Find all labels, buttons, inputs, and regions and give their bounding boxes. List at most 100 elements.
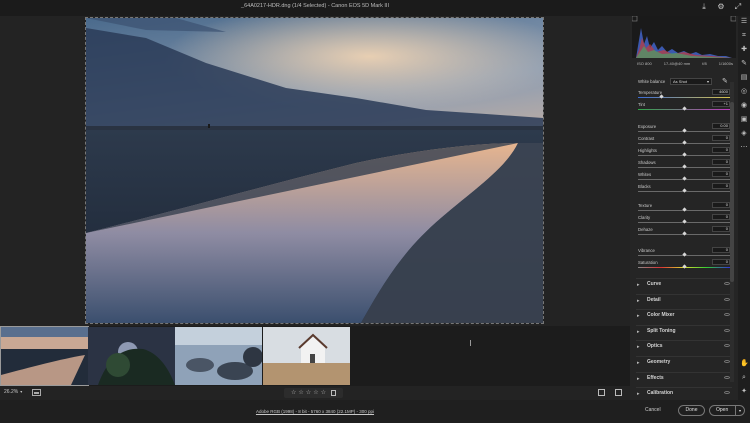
- slider-value-field[interactable]: +1: [712, 101, 730, 107]
- star-icon[interactable]: ☆: [321, 390, 326, 396]
- graduated-filter-icon[interactable]: ▤: [740, 74, 748, 82]
- star-rating[interactable]: ☆ ☆ ☆ ☆ ☆: [284, 388, 343, 398]
- slider-value-field[interactable]: 0: [712, 135, 730, 141]
- filmstrip-thumbnail[interactable]: [263, 327, 350, 385]
- slider-row: Whites 0: [638, 171, 730, 182]
- slider-value-field[interactable]: 0: [712, 147, 730, 153]
- expand-icon[interactable]: ⤢: [734, 3, 742, 11]
- section-title: Color Mixer: [647, 312, 675, 319]
- star-icon[interactable]: ☆: [306, 390, 311, 396]
- filmstrip-thumbnail[interactable]: [88, 327, 175, 385]
- slider-row: Exposure 0.00: [638, 123, 730, 134]
- panel-section-calibration[interactable]: ▸ Calibration: [636, 387, 732, 397]
- section-title: Curve: [647, 281, 662, 287]
- zoom-icon[interactable]: ⌕: [740, 374, 748, 382]
- brush-icon[interactable]: ✎: [740, 60, 748, 68]
- view-mode-icon[interactable]: [598, 389, 605, 396]
- star-icon[interactable]: ☆: [291, 390, 296, 396]
- cancel-button[interactable]: Cancel: [645, 407, 661, 413]
- visibility-eye-icon[interactable]: [724, 391, 730, 395]
- image-preview-area[interactable]: [0, 16, 630, 326]
- panel-section-effects[interactable]: ▸ Effects: [636, 371, 732, 382]
- tool-rail: ☰ ⌗ ✚ ✎ ▤ ◎ ◉ ▣ ◈ ⋯ ✋ ⌕ ✦: [738, 16, 750, 400]
- sampler-icon[interactable]: ✦: [740, 388, 748, 396]
- chevron-right-icon[interactable]: ▸: [637, 344, 640, 350]
- edit-panel: ISO 800 17-40@40 mm f/8 1/1600s White ba…: [630, 15, 738, 400]
- slider-value-field[interactable]: 0: [712, 202, 730, 208]
- panel-section-optics[interactable]: ▸ Optics: [636, 340, 732, 350]
- slider-label: Exposure: [638, 124, 657, 129]
- hand-icon[interactable]: ✋: [740, 360, 749, 368]
- chevron-right-icon[interactable]: ▸: [637, 391, 640, 397]
- chevron-right-icon[interactable]: ▸: [637, 282, 640, 288]
- filmstrip-toggle-icon[interactable]: [32, 389, 41, 396]
- slider-value-field[interactable]: 0.00: [712, 123, 730, 129]
- star-icon[interactable]: ☆: [298, 390, 303, 396]
- slider-value-field[interactable]: 0: [712, 159, 730, 165]
- radial-filter-icon[interactable]: ◎: [740, 88, 748, 96]
- slider-track[interactable]: [638, 97, 730, 98]
- redeye-icon[interactable]: ◉: [740, 102, 748, 110]
- trash-icon[interactable]: [330, 390, 336, 396]
- chevron-right-icon[interactable]: ▸: [637, 376, 640, 382]
- slider-label: Shadows: [638, 160, 656, 165]
- slider-value-field[interactable]: 0: [712, 171, 730, 177]
- slider-value-field[interactable]: 0: [712, 214, 730, 220]
- slider-value-field[interactable]: 0: [712, 259, 730, 265]
- slider-label: Blacks: [638, 184, 651, 189]
- panel-section-curve[interactable]: ▸ Curve: [636, 278, 732, 288]
- white-balance-dropdown[interactable]: As Shot ▾: [670, 78, 712, 85]
- section-title: Effects: [647, 374, 664, 381]
- star-icon[interactable]: ☆: [313, 390, 318, 396]
- slider-row: Texture 0: [638, 202, 730, 213]
- crop-icon[interactable]: ⌗: [740, 32, 748, 40]
- before-after-icon[interactable]: [615, 389, 622, 396]
- open-dropdown-caret[interactable]: ▾: [735, 406, 744, 415]
- panel-section-geometry[interactable]: ▸ Geometry: [636, 356, 732, 366]
- filmstrip-thumbnail[interactable]: [175, 327, 262, 385]
- healing-icon[interactable]: ✚: [740, 46, 748, 54]
- open-button[interactable]: Open ▾: [709, 405, 745, 416]
- camera-raw-window: _64A0217-HDR.dng (1/4 Selected) - Canon …: [0, 0, 750, 423]
- slider-label: Dehaze: [638, 227, 653, 232]
- aperture-value: f/8: [702, 61, 707, 66]
- panel-scrollbar[interactable]: [730, 82, 734, 382]
- slider-value-field[interactable]: 0: [712, 226, 730, 232]
- gear-icon[interactable]: ⚙: [717, 3, 725, 11]
- edit-icon[interactable]: ☰: [740, 18, 748, 26]
- slider-label: Whites: [638, 172, 652, 177]
- more-icon[interactable]: ⋯: [740, 144, 748, 152]
- workflow-options-link[interactable]: Adobe RGB (1998) - 8 bit - 5760 x 3840 (…: [0, 409, 630, 414]
- snapshots-icon[interactable]: ▣: [740, 116, 748, 124]
- chevron-right-icon[interactable]: ▸: [637, 313, 640, 319]
- export-icon[interactable]: ⤓: [700, 3, 708, 11]
- slider-value-field[interactable]: 4600: [712, 89, 730, 95]
- chevron-right-icon[interactable]: ▸: [637, 329, 640, 335]
- eyedropper-icon[interactable]: ✎: [722, 78, 728, 85]
- preview-image: [85, 17, 544, 324]
- chevron-right-icon[interactable]: ▸: [637, 298, 640, 304]
- white-balance-value: As Shot: [673, 79, 688, 84]
- slider-label: Temperature: [638, 90, 663, 95]
- slider-value-field[interactable]: 0: [712, 247, 730, 253]
- panel-section-split-toning[interactable]: ▸ Split Toning: [636, 324, 732, 335]
- slider-row: Temperature 4600: [638, 89, 730, 100]
- zoom-level-dropdown[interactable]: 26.2% ▾: [4, 389, 22, 395]
- panel-section-detail[interactable]: ▸ Detail: [636, 293, 732, 304]
- panel-section-color-mixer[interactable]: ▸ Color Mixer: [636, 309, 732, 319]
- filmstrip-thumbnail[interactable]: [0, 326, 89, 386]
- chevron-right-icon[interactable]: ▸: [637, 360, 640, 366]
- scrollbar-thumb[interactable]: [730, 102, 734, 282]
- slider-label: Saturation: [638, 260, 658, 265]
- lens-value: 17-40@40 mm: [663, 61, 691, 66]
- section-title: Optics: [647, 343, 663, 350]
- presets-icon[interactable]: ◈: [740, 130, 748, 138]
- slider-row: Vibrance 0: [638, 247, 730, 258]
- slider-row: Saturation 0: [638, 259, 730, 270]
- slider-row: Contrast 0: [638, 135, 730, 146]
- done-button[interactable]: Done: [678, 405, 705, 416]
- slider-row: Shadows 0: [638, 159, 730, 170]
- section-title: Split Toning: [647, 327, 676, 334]
- slider-value-field[interactable]: 0: [712, 183, 730, 189]
- slider-row: Blacks 0: [638, 183, 730, 194]
